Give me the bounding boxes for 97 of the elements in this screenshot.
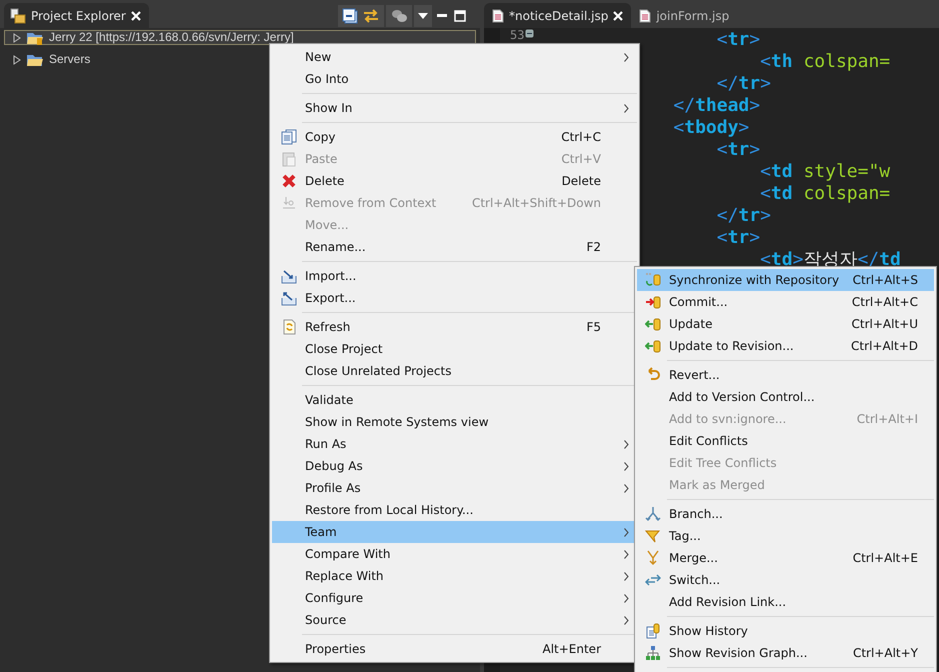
file-icon <box>639 8 652 22</box>
shortcut-text: Ctrl+Alt+C <box>852 295 919 309</box>
menu-item[interactable]: Run As <box>272 433 637 455</box>
project-explorer-icon <box>10 8 26 24</box>
tray-arrow-icon <box>280 290 296 306</box>
menu-item[interactable]: Edit Conflicts <box>637 430 934 452</box>
menu-item[interactable]: Show History <box>637 620 934 642</box>
shortcut-text: Ctrl+Alt+Y <box>852 646 919 660</box>
shortcut-text: Ctrl+Alt+S <box>852 273 919 287</box>
shortcut-text: Ctrl+Alt+E <box>852 551 919 565</box>
shortcut-text: F5 <box>586 320 602 334</box>
link-icon[interactable] <box>362 8 380 24</box>
menu-item[interactable]: Delete Delete <box>272 170 637 192</box>
editor-tab[interactable]: *noticeDetail.jsp <box>484 3 632 28</box>
menu-item[interactable]: Show In <box>272 97 637 119</box>
folder-icon <box>26 30 44 45</box>
menu-item[interactable]: Debug As <box>272 455 637 477</box>
menu-item[interactable]: Configure <box>272 587 637 609</box>
tree-item[interactable]: Jerry 22 [https://192.168.0.66/svn/Jerry: Jerry] <box>4 30 476 45</box>
menu-item[interactable]: Switch... <box>637 569 934 591</box>
shortcut-text: Ctrl+C <box>561 130 602 144</box>
merge-icon <box>645 550 661 566</box>
clipboard-icon <box>280 151 296 167</box>
maximize-icon[interactable] <box>452 8 468 24</box>
code-line: <td style="w <box>760 161 890 183</box>
menu-item[interactable]: Copy Ctrl+C <box>272 126 637 148</box>
folder-icon <box>26 52 44 67</box>
editor-tab[interactable]: joinForm.jsp <box>631 3 738 28</box>
menu-item[interactable]: Source <box>272 609 637 631</box>
menu-item[interactable]: Validate <box>272 389 637 411</box>
menu-item[interactable]: Export... <box>272 287 637 309</box>
menu-item[interactable]: Add to Version Control... <box>637 386 934 408</box>
menu-item[interactable]: Team <box>272 521 637 543</box>
menu-item[interactable]: Show Revision Graph... Ctrl+Alt+Y <box>637 642 934 664</box>
code-line: <td colspan= <box>760 183 890 205</box>
shortcut-text: Alt+Enter <box>542 642 602 656</box>
menu-item[interactable]: Refresh F5 <box>272 316 637 338</box>
database-arrow-icon <box>645 294 661 310</box>
tag-icon <box>645 528 661 544</box>
shortcut-text: Ctrl+Alt+Shift+Down <box>472 196 602 210</box>
menu-item[interactable]: Close Unrelated Projects <box>272 360 637 382</box>
code-line: <tr> <box>716 139 760 161</box>
delete-icon <box>280 173 296 189</box>
shortcut-text: Ctrl+Alt+D <box>851 339 919 353</box>
fold-icon[interactable] <box>525 29 534 38</box>
shortcut-text: F2 <box>586 240 602 254</box>
code-line: </tr> <box>716 73 771 95</box>
history-icon <box>645 623 661 639</box>
menu-item[interactable]: Branch... <box>637 503 934 525</box>
shortcut-text: Ctrl+V <box>561 152 602 166</box>
database-arrow-icon <box>645 338 661 354</box>
shortcut-text: Ctrl+Alt+U <box>852 317 919 331</box>
database-sync-icon <box>645 272 661 288</box>
menu-item[interactable]: Restore from Local History... <box>272 499 637 521</box>
code-line: <tbody> <box>673 117 750 139</box>
close-icon[interactable] <box>613 10 624 20</box>
menu-item[interactable]: Import... <box>272 265 637 287</box>
menu-item[interactable]: Go Into <box>272 68 637 90</box>
line-number: 53 <box>510 29 524 42</box>
refresh-icon <box>280 319 296 335</box>
menu-item[interactable]: Update Ctrl+Alt+U <box>637 313 934 335</box>
menu-item[interactable]: Compare With <box>272 543 637 565</box>
menu-item[interactable]: Commit... Ctrl+Alt+C <box>637 291 934 313</box>
collapse-all-icon[interactable] <box>342 8 358 24</box>
copy-icon <box>280 129 296 145</box>
tray-arrow-icon <box>280 268 296 284</box>
menu-item[interactable]: Rename... F2 <box>272 236 637 258</box>
code-line: <tr> <box>716 29 760 51</box>
code-line: <th colspan= <box>760 51 890 73</box>
expand-arrow-icon[interactable] <box>13 32 21 42</box>
menu-item[interactable]: Merge... Ctrl+Alt+E <box>637 547 934 569</box>
shortcut-text: Ctrl+Alt+I <box>856 412 919 426</box>
menu-item[interactable]: Replace With <box>272 565 637 587</box>
menu-item[interactable]: Update to Revision... Ctrl+Alt+D <box>637 335 934 357</box>
arrow-icon <box>280 195 296 211</box>
close-icon[interactable] <box>130 10 141 20</box>
tree-graph-icon <box>645 645 661 661</box>
file-icon <box>492 8 504 22</box>
menu-item[interactable]: Close Project <box>272 338 637 360</box>
view-tab[interactable]: Project Explorer <box>4 3 149 28</box>
menu-item[interactable]: Tag... <box>637 525 934 547</box>
swap-icon <box>645 572 661 588</box>
code-line: </thead> <box>673 95 760 117</box>
code-line: <tr> <box>716 227 760 249</box>
menu-item[interactable]: Profile As <box>272 477 637 499</box>
menu-item[interactable]: Revert... <box>637 364 934 386</box>
menu-item[interactable]: Show in Remote Systems view <box>272 411 637 433</box>
menu-item[interactable]: Synchronize with Repository Ctrl+Alt+S <box>637 269 934 291</box>
database-arrow-icon <box>645 316 661 332</box>
menu-item[interactable]: New <box>272 46 637 68</box>
expand-arrow-icon[interactable] <box>13 54 21 64</box>
code-line: </tr> <box>716 205 771 227</box>
dropdown-icon[interactable] <box>418 12 428 18</box>
menu-item[interactable]: Add Revision Link... <box>637 591 934 613</box>
branch-icon <box>645 506 661 522</box>
menu-item[interactable]: Properties Alt+Enter <box>272 638 637 660</box>
shortcut-text: Delete <box>562 174 602 188</box>
